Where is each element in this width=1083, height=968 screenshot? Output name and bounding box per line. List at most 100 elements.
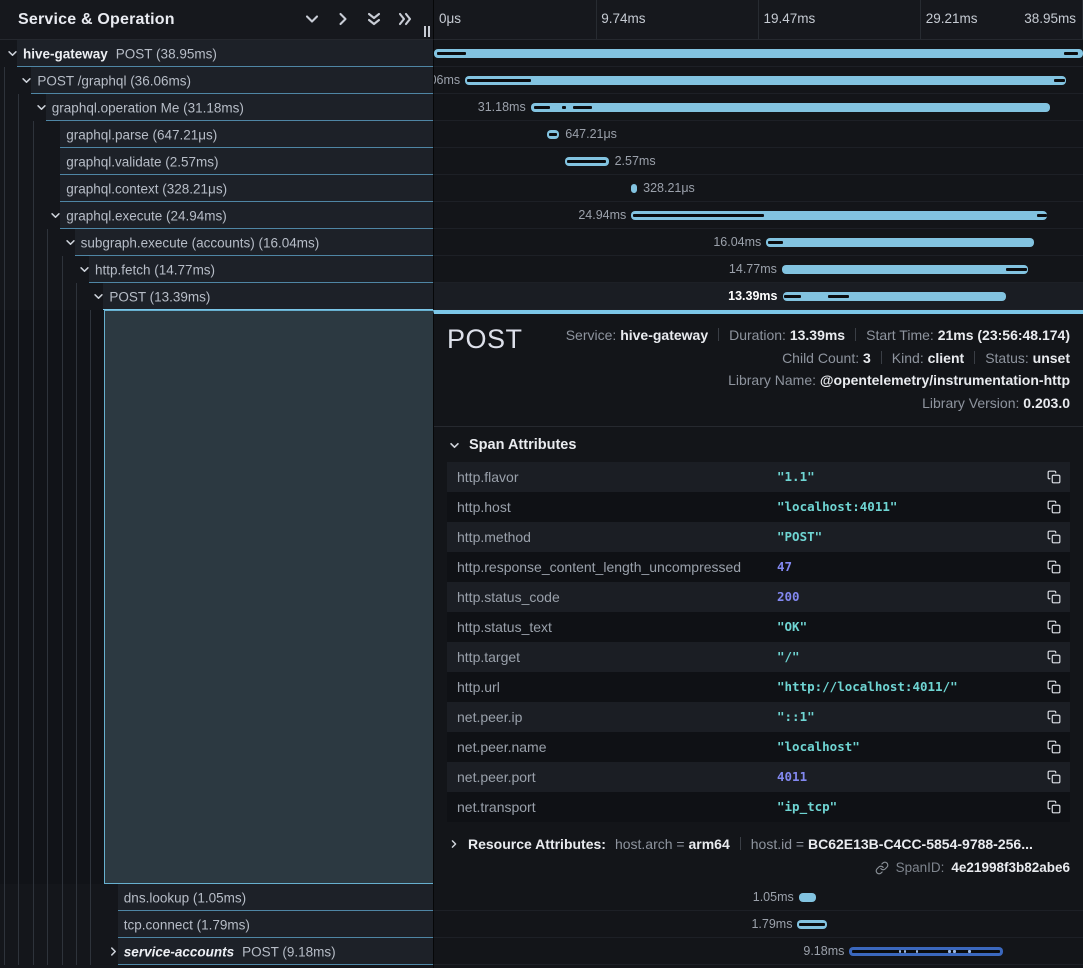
span-timeline-cell: 24.94ms bbox=[433, 202, 1083, 229]
span-row-underline bbox=[60, 228, 433, 229]
span-name-cell[interactable]: graphql.validate (2.57ms) bbox=[0, 148, 433, 175]
span-duration-bar[interactable] bbox=[531, 103, 1050, 112]
attribute-value: "localhost:4011" bbox=[777, 492, 897, 522]
copy-icon[interactable] bbox=[1047, 650, 1061, 664]
span-id-label: SpanID: bbox=[896, 860, 945, 875]
operation-name: graphql.operation Me (31.18ms) bbox=[52, 100, 244, 115]
span-attributes-section-header[interactable]: Span Attributes bbox=[449, 437, 1070, 453]
copy-icon[interactable] bbox=[1047, 470, 1061, 484]
span-name-cell[interactable]: http.fetch (14.77ms) bbox=[0, 256, 433, 283]
span-name-cell[interactable]: graphql.execute (24.94ms) bbox=[0, 202, 433, 229]
meta-separator bbox=[855, 328, 856, 341]
span-detail-header: POST Service: hive-gatewayDuration: 13.3… bbox=[447, 324, 1070, 414]
span-attributes-title: Span Attributes bbox=[469, 437, 576, 453]
span-name-cell[interactable]: tcp.connect (1.79ms) bbox=[0, 911, 433, 938]
attribute-key: http.method bbox=[457, 522, 531, 552]
span-duration-label: 24.94ms bbox=[578, 208, 626, 222]
operation-name: subgraph.execute (accounts) (16.04ms) bbox=[81, 235, 320, 250]
indent-guide-line bbox=[18, 229, 19, 256]
meta-label: Duration: bbox=[729, 327, 790, 343]
chevron-down-icon[interactable] bbox=[449, 440, 460, 451]
chevron-down-icon[interactable] bbox=[36, 102, 47, 113]
link-icon[interactable] bbox=[875, 861, 889, 875]
indent-guide-line bbox=[4, 229, 5, 256]
span-detail-title: POST bbox=[447, 324, 523, 354]
span-name-cell[interactable]: POST /graphql (36.06ms) bbox=[0, 67, 433, 94]
copy-icon[interactable] bbox=[1047, 740, 1061, 754]
indent-guide-line bbox=[4, 283, 5, 310]
copy-icon[interactable] bbox=[1047, 530, 1061, 544]
attribute-row: http.status_text"OK" bbox=[447, 612, 1070, 642]
span-row-underline bbox=[17, 66, 433, 67]
meta-value: @opentelemetry/instrumentation-http bbox=[820, 372, 1070, 388]
attribute-key: net.transport bbox=[457, 792, 536, 822]
chevron-down-icon[interactable] bbox=[65, 237, 76, 248]
operation-name: http.fetch (14.77ms) bbox=[95, 262, 215, 277]
self-time-mark bbox=[953, 950, 956, 953]
span-duration-bar[interactable] bbox=[631, 184, 637, 193]
span-duration-bar[interactable] bbox=[766, 238, 1033, 247]
chevron-down-icon[interactable] bbox=[79, 264, 90, 275]
copy-icon[interactable] bbox=[1047, 710, 1061, 724]
self-time-mark bbox=[573, 106, 592, 109]
span-duration-bar[interactable] bbox=[434, 49, 1083, 58]
detail-meta-line: Service: hive-gatewayDuration: 13.39msSt… bbox=[566, 324, 1070, 347]
resource-key: host.arch = bbox=[615, 836, 689, 852]
span-row: graphql.execute (24.94ms) 24.94ms bbox=[0, 202, 1083, 229]
expand-one-icon[interactable] bbox=[335, 11, 351, 27]
copy-icon[interactable] bbox=[1047, 680, 1061, 694]
indent-guide-line bbox=[18, 94, 19, 121]
span-duration-bar[interactable] bbox=[465, 76, 1066, 85]
span-duration-bar[interactable] bbox=[799, 893, 817, 902]
attribute-value: 47 bbox=[777, 552, 792, 582]
attribute-value: "http://localhost:4011/" bbox=[777, 672, 958, 702]
span-name-cell[interactable]: graphql.context (328.21μs) bbox=[0, 175, 433, 202]
self-time-mark bbox=[799, 923, 825, 926]
indent-guide-line bbox=[18, 911, 19, 938]
panel-resize-handle[interactable] bbox=[424, 26, 430, 37]
span-name-cell[interactable]: dns.lookup (1.05ms) bbox=[0, 884, 433, 911]
copy-icon[interactable] bbox=[1047, 770, 1061, 784]
indent-guide-line bbox=[33, 229, 34, 256]
copy-icon[interactable] bbox=[1047, 620, 1061, 634]
detail-divider bbox=[434, 426, 1083, 427]
chevron-down-icon[interactable] bbox=[50, 210, 61, 221]
indent-guide-line bbox=[33, 310, 34, 884]
span-name-cell[interactable]: POST (13.39ms) bbox=[0, 283, 433, 310]
selected-span-gutter bbox=[0, 310, 433, 884]
collapse-all-icon[interactable] bbox=[366, 11, 382, 27]
attribute-value: "OK" bbox=[777, 612, 807, 642]
copy-icon[interactable] bbox=[1047, 590, 1061, 604]
span-duration-bar[interactable] bbox=[782, 265, 1028, 274]
resource-attributes-title: Resource Attributes: bbox=[468, 836, 606, 852]
chevron-right-icon[interactable] bbox=[449, 839, 459, 849]
attribute-row: http.response_content_length_uncompresse… bbox=[447, 552, 1070, 582]
copy-icon[interactable] bbox=[1047, 500, 1061, 514]
meta-value: client bbox=[928, 350, 965, 366]
span-duration-bar[interactable] bbox=[783, 292, 1006, 301]
expand-all-icon[interactable] bbox=[397, 11, 413, 27]
chevron-down-icon[interactable] bbox=[93, 291, 104, 302]
span-name-cell[interactable]: subgraph.execute (accounts) (16.04ms) bbox=[0, 229, 433, 256]
span-row-underline bbox=[89, 282, 433, 283]
span-row-label: graphql.context (328.21μs) bbox=[66, 181, 227, 196]
indent-guide-line bbox=[33, 256, 34, 283]
span-name-cell[interactable]: hive-gatewayPOST (38.95ms) bbox=[0, 40, 433, 67]
chevron-down-icon[interactable] bbox=[21, 75, 32, 86]
indent-guide-line bbox=[62, 884, 63, 911]
span-duration-label: 14.77ms bbox=[729, 262, 777, 276]
span-name-cell[interactable]: graphql.operation Me (31.18ms) bbox=[0, 94, 433, 121]
collapse-one-icon[interactable] bbox=[304, 11, 320, 27]
span-duration-label: 647.21μs bbox=[565, 127, 617, 141]
span-name-cell[interactable]: graphql.parse (647.21μs) bbox=[0, 121, 433, 148]
span-timeline-cell: 328.21μs bbox=[433, 175, 1083, 202]
span-name-cell[interactable]: service-accountsPOST (9.18ms) bbox=[0, 938, 433, 965]
attribute-value: "ip_tcp" bbox=[777, 792, 837, 822]
resource-attributes-row[interactable]: Resource Attributes: host.arch = arm64ho… bbox=[447, 836, 1070, 852]
meta-separator bbox=[881, 351, 882, 364]
chevron-down-icon[interactable] bbox=[7, 48, 18, 59]
chevron-right-icon[interactable] bbox=[108, 946, 119, 957]
copy-icon[interactable] bbox=[1047, 800, 1061, 814]
copy-icon[interactable] bbox=[1047, 560, 1061, 574]
selected-span-highlight[interactable] bbox=[104, 310, 433, 884]
